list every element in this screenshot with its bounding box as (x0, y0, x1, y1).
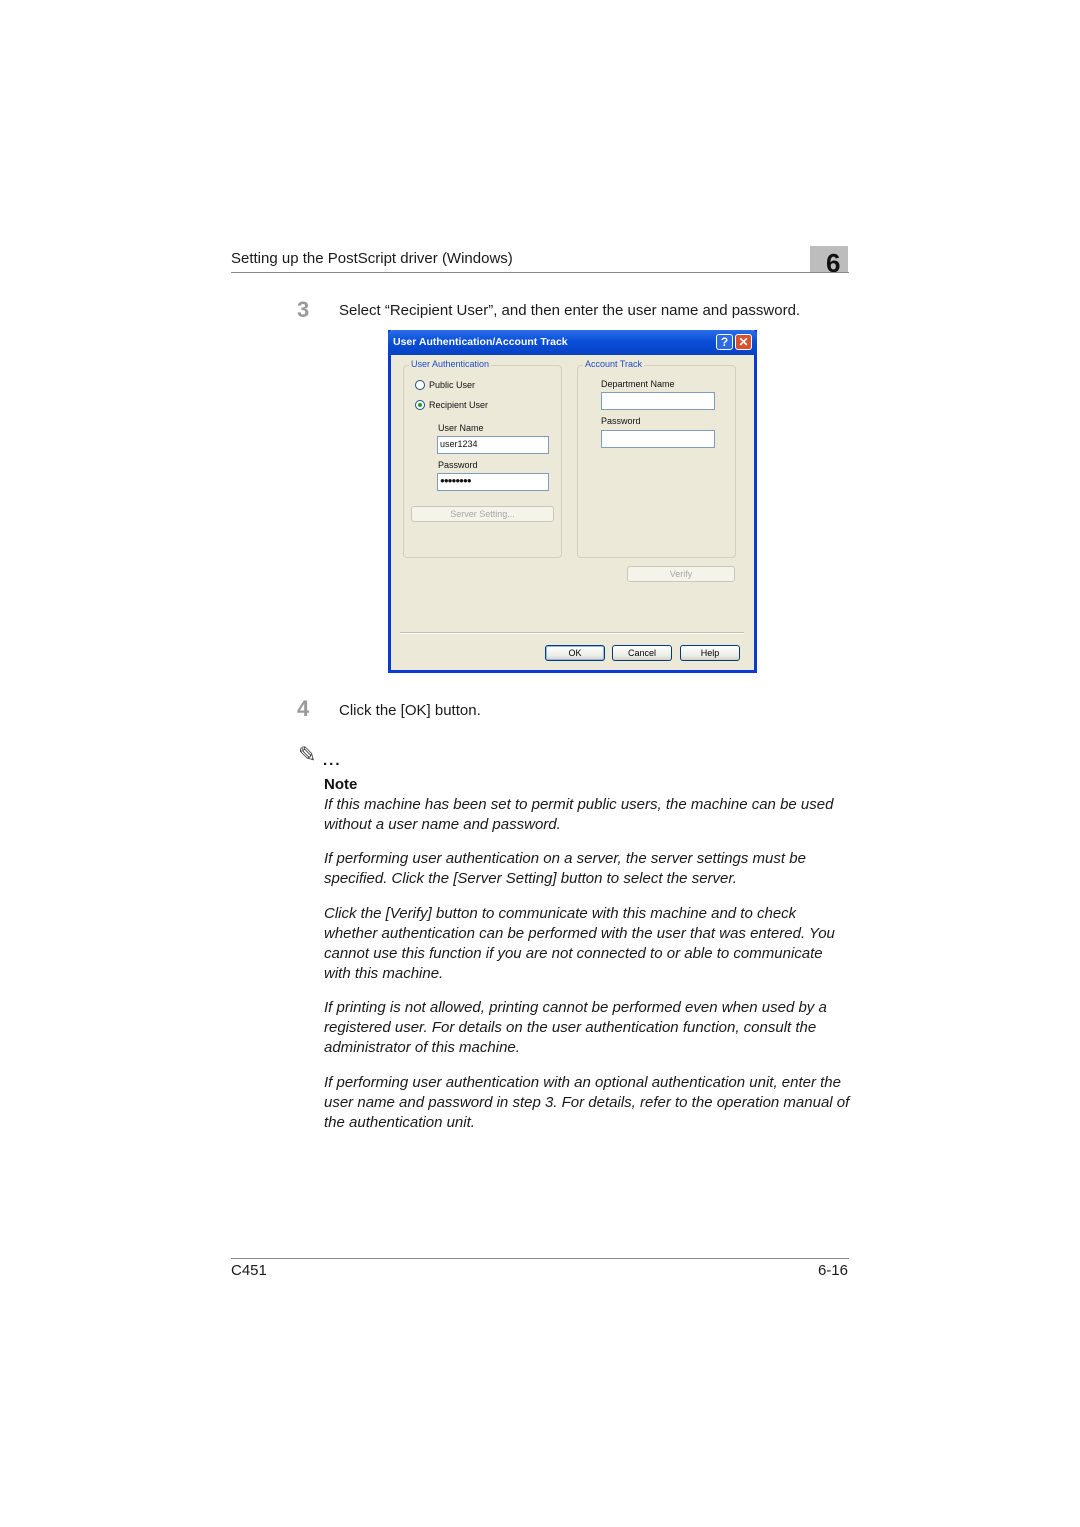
recipient-user-radio[interactable] (415, 400, 425, 410)
note-heading: Note (324, 776, 358, 793)
user-authentication-dialog: User Authentication/Account Track ? ✕ Us… (388, 330, 757, 673)
close-x-icon[interactable]: ✕ (735, 334, 752, 350)
account-password-label: Password (601, 416, 641, 426)
ok-button[interactable]: OK (545, 645, 605, 661)
step-number: 4 (297, 696, 310, 721)
group-label: Account Track (583, 359, 645, 369)
password-input[interactable]: ●●●●●●●● (437, 473, 549, 491)
department-name-label: Department Name (601, 379, 675, 389)
note-paragraph: Click the [Verify] button to communicate… (324, 905, 835, 982)
recipient-user-label: Recipient User (429, 400, 489, 410)
step-number: 3 (297, 297, 310, 322)
public-user-radio[interactable] (415, 380, 425, 390)
server-setting-button[interactable]: Server Setting... (411, 506, 554, 522)
account-password-input[interactable] (601, 430, 715, 448)
chapter-number: 6 (826, 248, 841, 278)
cancel-button[interactable]: Cancel (612, 645, 672, 661)
public-user-label: Public User (429, 380, 476, 390)
note-paragraph: If printing is not allowed, printing can… (324, 999, 827, 1056)
step-text: Select “Recipient User”, and then enter … (339, 302, 801, 319)
note-paragraph: If performing user authentication with a… (324, 1074, 850, 1131)
question-mark-icon[interactable]: ? (716, 334, 733, 350)
password-label: Password (438, 460, 478, 470)
user-authentication-group: User Authentication (403, 359, 562, 558)
header-divider (231, 272, 849, 273)
pencil-note-icon: ✎ (298, 742, 317, 767)
group-label: User Authentication (409, 359, 492, 369)
dialog-separator (400, 632, 744, 634)
footer-model: C451 (231, 1262, 267, 1279)
verify-button[interactable]: Verify (627, 566, 735, 582)
step-text: Click the [OK] button. (339, 702, 481, 719)
help-button[interactable]: Help (680, 645, 740, 661)
footer-page-number: 6-16 (817, 1262, 848, 1279)
dialog-titlebar: User Authentication/Account Track ? ✕ (388, 330, 757, 355)
section-title: Setting up the PostScript driver (Window… (231, 250, 513, 267)
note-paragraph: If performing user authentication on a s… (324, 850, 806, 887)
department-name-input[interactable] (601, 392, 715, 410)
note-dots: ... (323, 752, 342, 769)
note-paragraph: If this machine has been set to permit p… (324, 796, 834, 833)
footer-divider (231, 1258, 849, 1259)
dialog-title: User Authentication/Account Track (393, 336, 568, 348)
user-name-label: User Name (438, 423, 484, 433)
user-name-input[interactable]: user1234 (437, 436, 549, 454)
